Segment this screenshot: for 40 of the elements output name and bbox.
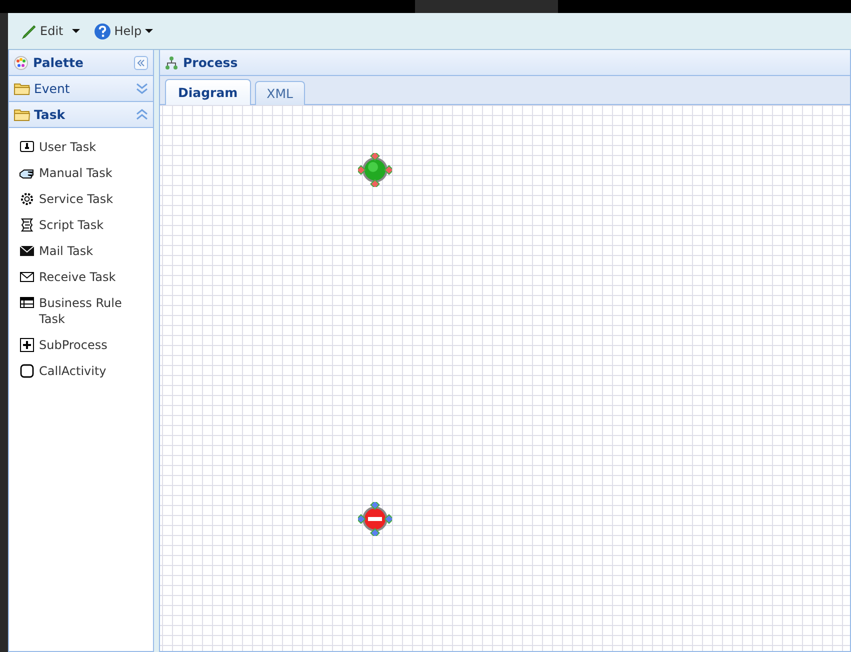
palette-group-header[interactable]: Task (9, 102, 153, 128)
caret-icon (144, 27, 153, 35)
double-chevron-left-icon (136, 58, 146, 66)
palette-item[interactable]: Manual Task (9, 160, 153, 186)
hierarchy-icon (165, 56, 178, 70)
envelope-icon (19, 269, 35, 285)
rounded-square-icon (19, 363, 35, 379)
palette-item[interactable]: SubProcess (9, 332, 153, 358)
palette-item[interactable]: Receive Task (9, 264, 153, 290)
palette-group-header[interactable]: Event (9, 76, 153, 102)
palette-item[interactable]: Business Rule Task (9, 290, 153, 332)
chevron-up-icon[interactable] (136, 109, 148, 120)
palette-item[interactable]: Mail Task (9, 238, 153, 264)
palette-title: Palette (33, 55, 84, 70)
chevron-down-icon[interactable] (136, 83, 148, 94)
id-card-icon (19, 139, 35, 155)
start-event-node[interactable] (358, 153, 392, 187)
palette-item[interactable]: Script Task (9, 212, 153, 238)
edit-menu[interactable]: Edit (18, 21, 84, 41)
tab[interactable]: XML (254, 81, 305, 105)
folder-icon (14, 108, 30, 121)
palette-item[interactable]: User Task (9, 134, 153, 160)
collapse-button[interactable] (134, 56, 148, 70)
table-icon (19, 295, 35, 311)
help-icon (94, 22, 112, 40)
help-menu[interactable]: Help (91, 20, 156, 42)
palette-icon (14, 56, 28, 70)
plus-square-icon (19, 337, 35, 353)
tab[interactable]: Diagram (165, 79, 251, 105)
process-title: Process (183, 55, 238, 70)
gear-icon (19, 191, 35, 207)
group-label: Task (34, 107, 66, 122)
group-label: Event (34, 81, 70, 96)
palette-item[interactable]: Service Task (9, 186, 153, 212)
palette-item[interactable]: CallActivity (9, 358, 153, 384)
pencil-icon (21, 23, 37, 39)
end-event-node[interactable] (358, 502, 392, 536)
envelope-icon (19, 243, 35, 259)
folder-icon (14, 82, 30, 95)
scroll-icon (19, 217, 35, 233)
